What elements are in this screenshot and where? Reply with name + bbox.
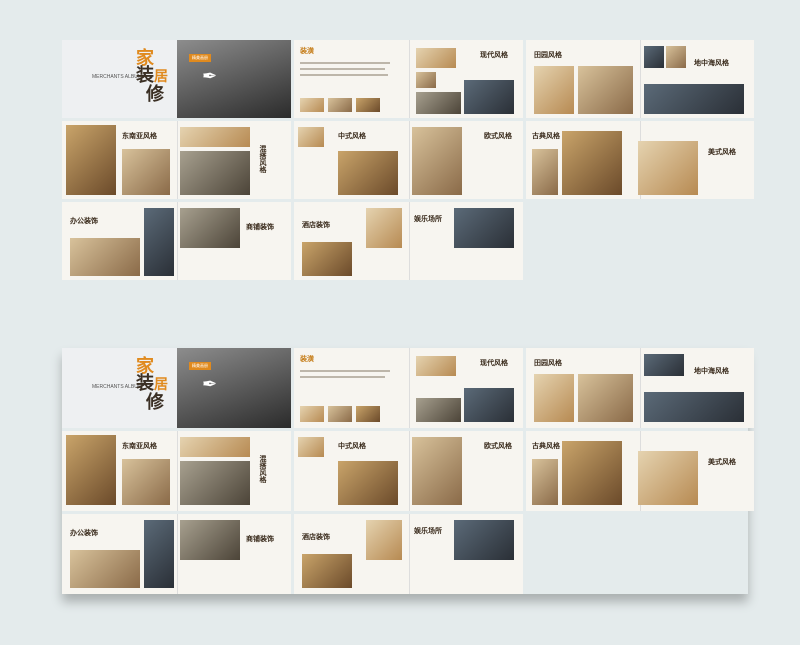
- photo: [666, 46, 686, 68]
- photo: [578, 66, 633, 114]
- cover-subtitle: MERCHANTS ALBUM: [92, 74, 143, 80]
- spread-5: 古典风格 美式风格: [526, 431, 754, 511]
- spread-2: 田园风格 地中海风格: [526, 40, 754, 118]
- spread-3-right-title: 混搭风格: [259, 145, 268, 173]
- spread-1: 装潢 现代风格: [294, 40, 523, 118]
- photo: [644, 46, 664, 68]
- cover-tag: 精美画册: [189, 54, 211, 62]
- spread-4: 中式风格 欧式风格: [294, 121, 523, 199]
- title-char-3: 居: [154, 69, 168, 85]
- spread-6-right-title: 商铺装饰: [246, 222, 274, 231]
- brochure-sheet-top: MERCHANTS ALBUM 家 装居 修 精美画册 ✒ 装潢 现代风格 田园…: [62, 40, 754, 280]
- photo: [644, 84, 744, 114]
- photo: [298, 127, 324, 147]
- spread-7-right-title: 娱乐场所: [414, 214, 442, 223]
- spread-5-left-title: 古典风格: [532, 131, 560, 140]
- spread-2: 田园风格 地中海风格: [526, 348, 754, 428]
- photo: [356, 98, 380, 112]
- cover-dark-panel: [176, 40, 291, 118]
- photo: [302, 242, 352, 276]
- cover-spread: MERCHANTS ALBUM 家 装居 修 精美画册 ✒: [62, 40, 291, 118]
- spread-6: 办公装饰 商铺装饰: [62, 514, 291, 594]
- spread-4-right-title: 欧式风格: [484, 131, 512, 140]
- photo: [122, 149, 170, 195]
- spread-3-left-title: 东南亚风格: [122, 131, 157, 140]
- spread-3: 东南亚风格 混搭风格: [62, 431, 291, 511]
- spread-1-left-title: 装潢: [300, 46, 314, 55]
- spread-2-left-title: 田园风格: [534, 50, 562, 59]
- photo: [70, 238, 140, 276]
- photo: [532, 149, 558, 195]
- spread-4: 中式风格 欧式风格: [294, 431, 523, 511]
- photo: [180, 151, 250, 195]
- photo: [328, 98, 352, 112]
- spread-4-left-title: 中式风格: [338, 131, 366, 140]
- photo: [66, 125, 116, 195]
- photo: [464, 80, 514, 114]
- photo: [534, 66, 574, 114]
- spread-2-right-title: 地中海风格: [694, 58, 729, 67]
- spread-6-left-title: 办公装饰: [70, 216, 98, 225]
- cover-title: 家 装居 修: [136, 50, 168, 105]
- title-char-4: 修: [146, 84, 164, 105]
- photo: [300, 98, 324, 112]
- cover-subtitle: MERCHANTS ALBUM: [92, 384, 143, 390]
- photo: [562, 131, 622, 195]
- spread-5-right-title: 美式风格: [708, 147, 736, 156]
- photo: [412, 127, 462, 195]
- cover-title: 家 装居 修: [136, 356, 168, 413]
- feather-icon: ✒: [202, 374, 218, 395]
- feather-icon: ✒: [202, 66, 218, 87]
- spread-5: 古典风格 美式风格: [526, 121, 754, 199]
- spread-7: 酒店装饰 娱乐场所: [294, 202, 523, 280]
- photo: [416, 48, 456, 68]
- spread-7: 酒店装饰 娱乐场所: [294, 514, 523, 594]
- photo: [416, 72, 436, 88]
- photo: [366, 208, 402, 248]
- photo: [144, 208, 174, 276]
- spread-3: 东南亚风格 混搭风格: [62, 121, 291, 199]
- photo: [638, 141, 698, 195]
- photo: [180, 208, 240, 248]
- spread-6: 办公装饰 商铺装饰: [62, 202, 291, 280]
- brochure-sheet-bottom: MERCHANTS ALBUM 家 装居 修 精美画册 ✒ 装潢 现代风格 田园…: [62, 348, 754, 594]
- photo: [416, 92, 461, 114]
- spread-1-right-title: 现代风格: [480, 50, 508, 59]
- spread-7-left-title: 酒店装饰: [302, 220, 330, 229]
- photo: [180, 127, 250, 147]
- title-char-2: 装: [136, 65, 154, 86]
- photo: [338, 151, 398, 195]
- cover-tag: 精美画册: [189, 362, 211, 370]
- cover-spread: MERCHANTS ALBUM 家 装居 修 精美画册 ✒: [62, 348, 291, 428]
- spread-1: 装潢 现代风格: [294, 348, 523, 428]
- photo: [454, 208, 514, 248]
